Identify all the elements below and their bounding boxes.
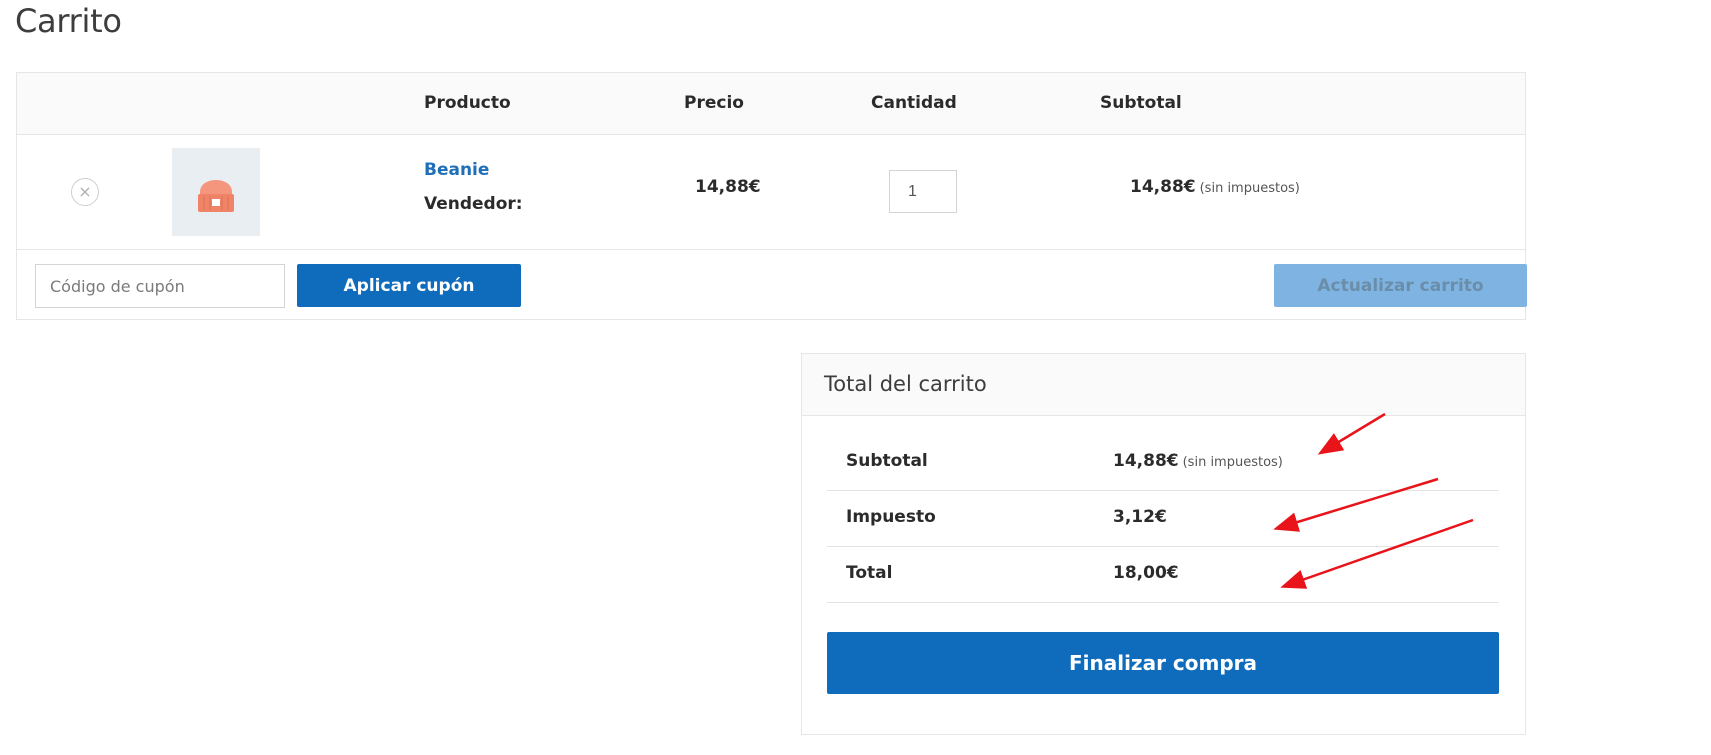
column-header-product: Producto: [424, 93, 511, 113]
update-cart-button[interactable]: Actualizar carrito: [1274, 264, 1527, 307]
item-subtotal: 14,88€ (sin impuestos): [1130, 177, 1300, 197]
product-thumbnail[interactable]: [172, 148, 260, 236]
apply-coupon-button[interactable]: Aplicar cupón: [297, 264, 521, 307]
cart-totals-header: Total del carrito: [802, 354, 1525, 416]
column-header-subtotal: Subtotal: [1100, 93, 1182, 113]
totals-value-total: 18,00€: [1113, 563, 1179, 583]
totals-row-total: Total 18,00€: [827, 547, 1499, 603]
item-price: 14,88€: [695, 177, 761, 197]
totals-label-tax: Impuesto: [846, 507, 936, 527]
cart-totals-panel: Total del carrito Subtotal 14,88€ (sin im…: [801, 353, 1526, 735]
column-header-quantity: Cantidad: [871, 93, 957, 113]
cart-table: Producto Precio Cantidad Subtotal × Bean…: [16, 72, 1527, 320]
totals-value-tax: 3,12€: [1113, 507, 1167, 527]
vendor-label: Vendedor:: [424, 194, 523, 214]
coupon-code-input[interactable]: [35, 264, 285, 308]
remove-item-button[interactable]: ×: [71, 178, 99, 206]
totals-subtotal-tax-note: (sin impuestos): [1182, 455, 1283, 470]
cart-totals-title: Total del carrito: [824, 372, 987, 396]
totals-label-total: Total: [846, 563, 893, 583]
item-subtotal-amount: 14,88€: [1130, 177, 1196, 197]
totals-label-subtotal: Subtotal: [846, 451, 928, 471]
page-title: Carrito: [15, 2, 122, 40]
cart-table-header: Producto Precio Cantidad Subtotal: [17, 73, 1525, 135]
totals-row-tax: Impuesto 3,12€: [827, 491, 1499, 547]
beanie-hat-icon: [198, 180, 234, 212]
totals-row-subtotal: Subtotal 14,88€ (sin impuestos): [827, 435, 1499, 491]
totals-value-subtotal: 14,88€ (sin impuestos): [1113, 451, 1283, 471]
cart-item-row: × Beanie Vendedor: 14,88€ 14,88€(sin imp…: [17, 134, 1525, 250]
product-name-link[interactable]: Beanie: [424, 160, 489, 180]
totals-subtotal-amount: 14,88€: [1113, 451, 1179, 471]
item-subtotal-tax-note: (sin impuestos): [1199, 181, 1300, 196]
quantity-input[interactable]: [889, 170, 957, 213]
checkout-button[interactable]: Finalizar compra: [827, 632, 1499, 694]
column-header-price: Precio: [684, 93, 744, 113]
